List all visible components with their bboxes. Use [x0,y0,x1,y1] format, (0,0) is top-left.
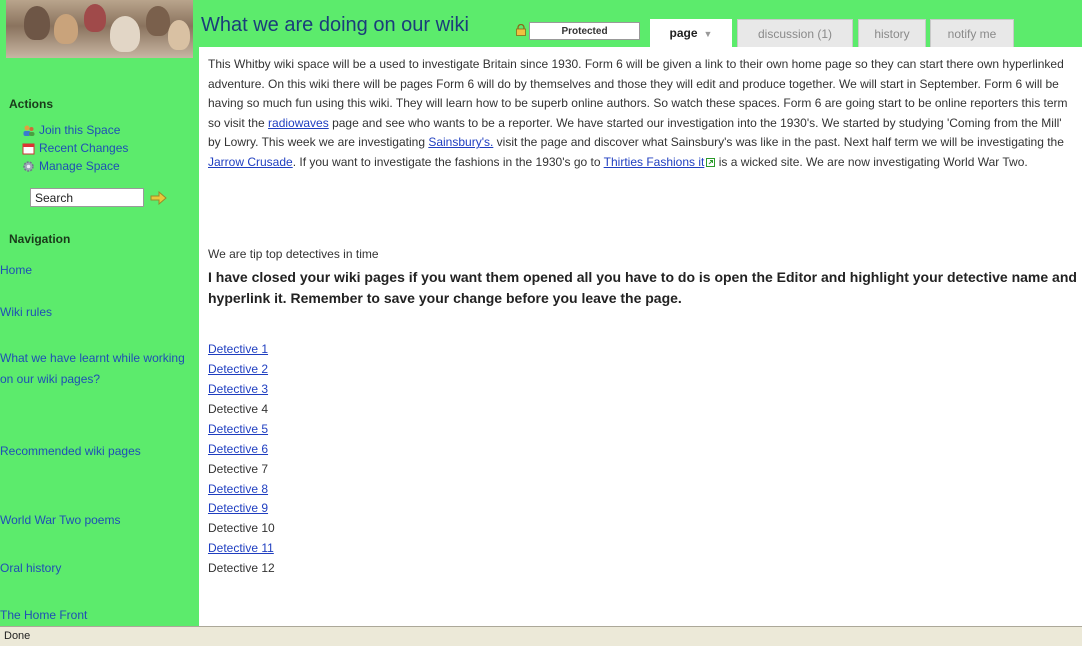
manage-space-link[interactable]: Manage Space [22,157,128,175]
intro-paragraph: This Whitby wiki space will be a used to… [208,55,1074,172]
status-bar: Done [0,626,1082,646]
closed-pages-notice: I have closed your wiki pages if you wan… [208,269,1077,306]
detective-7-text: Detective 7 [208,462,269,476]
tab-page-label: page [669,26,698,40]
radiowaves-link[interactable]: radiowaves [268,116,329,130]
protected-badge: Protected [529,22,640,40]
recent-changes-link[interactable]: Recent Changes [22,139,128,157]
nav-item-oral-history[interactable]: Oral history [0,558,61,579]
intro-text-4: . If you want to investigate the fashion… [292,154,604,169]
tab-history[interactable]: history [858,19,926,47]
nav-item-wiki-rules[interactable]: Wiki rules [0,302,52,323]
join-space-label: Join this Space [39,123,121,137]
detective-2-link[interactable]: Detective 2 [208,360,268,380]
detective-6-link[interactable]: Detective 6 [208,440,268,460]
page-content: This Whitby wiki space will be a used to… [199,47,1082,626]
sainsburys-link[interactable]: Sainsbury's. [428,135,493,149]
users-icon [23,125,35,136]
nav-item-world-war-two-poems[interactable]: World War Two poems [0,510,120,531]
lock-icon [516,24,526,36]
tab-page[interactable]: page ▼ [650,19,732,47]
space-header-photo [6,0,193,58]
sidebar: Actions Join this Space Recent Changes M… [0,0,198,626]
arrow-right-icon[interactable] [150,191,167,205]
detective-12-text: Detective 12 [208,561,275,575]
jarrow-crusade-link[interactable]: Jarrow Crusade [208,155,293,169]
search-input[interactable] [30,188,144,207]
detective-3-link[interactable]: Detective 3 [208,380,268,400]
tab-notify-me[interactable]: notify me [930,19,1014,47]
page-title: What we are doing on our wiki [201,14,469,36]
detective-9-link[interactable]: Detective 9 [208,499,268,519]
external-link-icon [706,157,716,167]
calendar-icon [22,143,35,154]
intro-text-5: is a wicked site. We are now investigati… [715,154,1028,169]
nav-item-home-front[interactable]: The Home Front [0,605,87,626]
thirties-fashions-link[interactable]: Thirties Fashions it [604,155,705,169]
tab-discussion[interactable]: discussion (1) [737,19,853,47]
detective-10-text: Detective 10 [208,521,275,535]
detective-1-link[interactable]: Detective 1 [208,340,268,360]
actions-list: Join this Space Recent Changes Manage Sp… [22,121,128,175]
actions-heading: Actions [9,97,54,111]
detective-8-link[interactable]: Detective 8 [208,480,268,500]
recent-changes-label: Recent Changes [39,141,129,155]
navigation-heading: Navigation [9,232,71,246]
detective-11-link[interactable]: Detective 11 [208,539,274,559]
nav-item-recommended-wiki-pages[interactable]: Recommended wiki pages [0,441,165,462]
gear-icon [23,160,34,172]
chevron-down-icon: ▼ [703,29,713,39]
intro-text-3: visit the page and discover what Sainsbu… [493,135,1064,149]
nav-item-home[interactable]: Home [0,260,32,281]
manage-space-label: Manage Space [39,159,120,173]
detective-4-text: Detective 4 [208,402,269,416]
tip-top-text: We are tip top detectives in time [208,247,379,261]
detective-5-link[interactable]: Detective 5 [208,420,268,440]
join-space-link[interactable]: Join this Space [22,121,128,139]
nav-item-what-we-have-learnt[interactable]: What we have learnt while working on our… [0,348,192,390]
